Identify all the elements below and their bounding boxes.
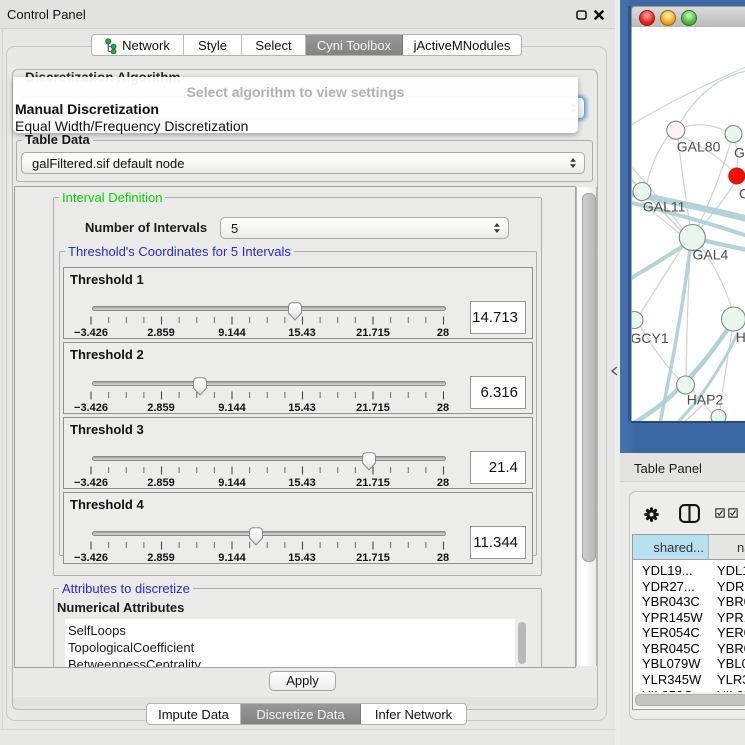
svg-text:HIS: HIS [736,329,745,345]
svg-text:CR: CR [739,186,745,202]
svg-text:GAL80: GAL80 [677,139,721,155]
svg-text:GAL4: GAL4 [693,247,729,263]
svg-text:HAP2: HAP2 [687,392,724,408]
svg-text:GAL11: GAL11 [643,199,686,215]
svg-text:GAL: GAL [734,145,745,161]
svg-text:GCY1: GCY1 [632,330,669,346]
